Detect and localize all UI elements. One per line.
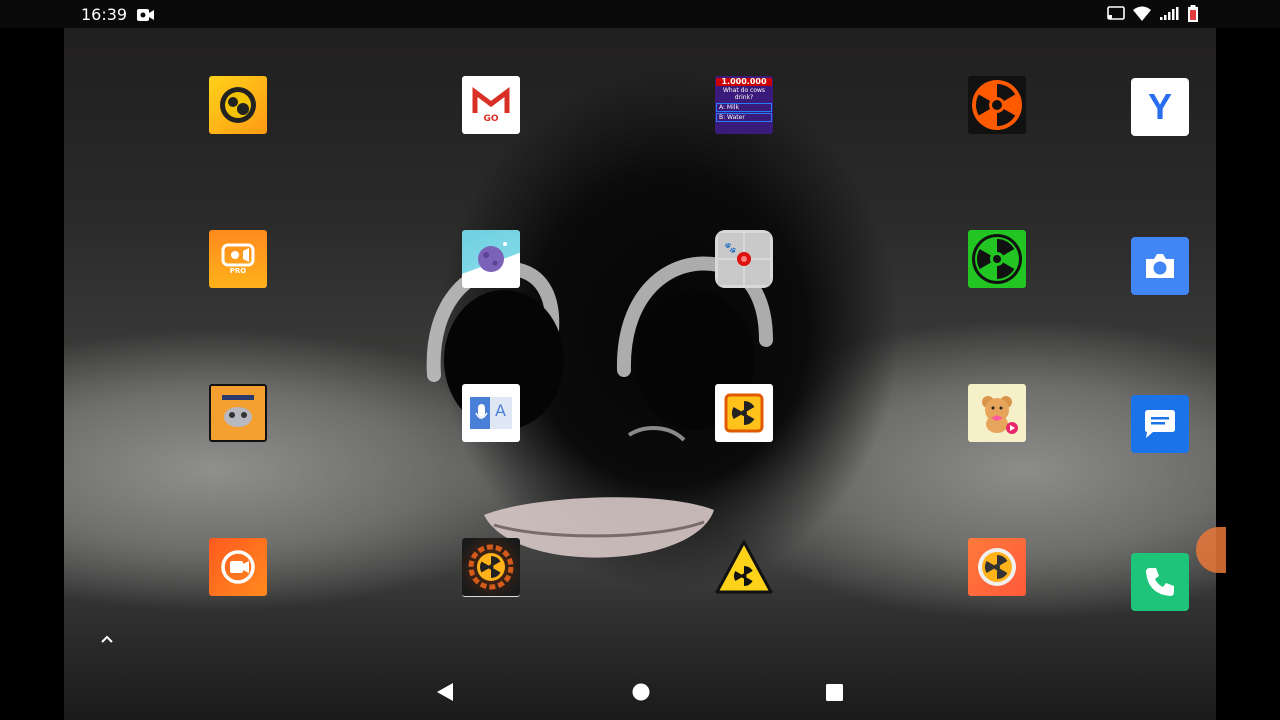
quiz-app-icon[interactable]: 1.000.000 What do cows drink? A: Milk B:… [715,76,773,134]
messages-icon[interactable] [1131,395,1189,453]
translate-letter: A [495,401,506,420]
back-icon[interactable] [435,682,455,706]
chevron-up-icon[interactable] [99,630,115,649]
planet-app-icon[interactable] [462,230,520,288]
wifi-icon [1132,6,1152,26]
battery-icon [1187,5,1199,27]
brawl-stars-icon[interactable] [209,76,267,134]
gmail-go-icon[interactable]: GO [462,76,520,134]
radiation-triangle-icon[interactable] [715,538,773,596]
status-bar: 16:39 [0,0,1280,28]
screen-recorder-icon[interactable] [209,538,267,596]
human-to-human-icon[interactable] [209,384,267,442]
gmail-go-label: GO [483,113,499,124]
quiz-question: What do cows drink? [722,87,766,101]
cat-target-app-icon[interactable]: 🐾 [715,230,773,288]
cast-icon [1107,6,1125,25]
yandex-letter: Y [1147,86,1172,127]
voice-translate-icon[interactable]: A [462,384,520,442]
radiation-circle-icon[interactable] [968,538,1026,596]
teddy-bear-video-icon[interactable] [968,384,1026,442]
phone-icon[interactable] [1131,553,1189,611]
clock: 16:39 [81,5,128,24]
screen-record-icon [137,7,155,26]
quiz-answer-a: A: Milk [716,103,772,112]
quiz-answer-b: B: Water [716,113,772,122]
pro-label: PRO [229,267,247,275]
green-radiation-icon[interactable] [968,230,1026,288]
radiation-gear-icon[interactable] [462,538,520,597]
recents-icon[interactable] [825,683,845,707]
video-recorder-pro-icon[interactable]: PRO [209,230,267,288]
home-icon[interactable] [631,682,651,706]
red-radiation-icon[interactable] [968,76,1026,134]
cellular-signal-icon [1158,6,1180,25]
quiz-prize: 1.000.000 [716,78,772,86]
camera-icon[interactable] [1131,237,1189,295]
svg-text:🐾: 🐾 [724,242,736,254]
yandex-icon[interactable]: Y [1131,78,1189,136]
radiation-sign-icon[interactable] [715,384,773,442]
